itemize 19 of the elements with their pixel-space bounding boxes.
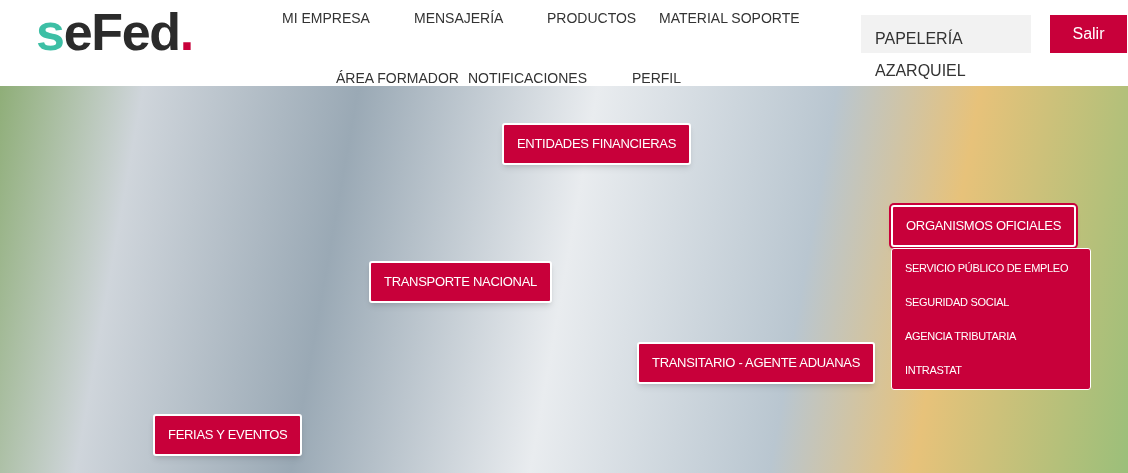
category-button[interactable]: ORGANISMOS OFICIALES xyxy=(891,205,1077,247)
nav-link[interactable]: MI EMPRESA xyxy=(282,8,414,29)
nav-link[interactable]: PERFIL xyxy=(632,70,712,86)
logout-button[interactable]: Salir xyxy=(1050,15,1127,53)
menu-item[interactable]: INTRASTAT xyxy=(892,353,1090,387)
nav-link[interactable]: PRODUCTOS xyxy=(547,8,659,29)
nav-link[interactable]: ÁREA FORMADOR xyxy=(336,70,468,86)
category-button[interactable]: TRANSITARIO - AGENTE ADUANAS xyxy=(637,342,876,384)
category-button[interactable]: FERIAS Y EVENTOS xyxy=(153,414,303,456)
menu-item[interactable]: AGENCIA TRIBUTARIA xyxy=(892,319,1090,353)
category-button[interactable]: ENTIDADES FINANCIERAS xyxy=(502,123,692,165)
menu-item[interactable]: SERVICIO PÚBLICO DE EMPLEO xyxy=(892,251,1090,285)
nav-link[interactable]: MENSAJERÍA xyxy=(414,8,547,29)
logo[interactable]: seFed. xyxy=(36,2,193,62)
menu-item[interactable]: SEGURIDAD SOCIAL xyxy=(892,285,1090,319)
company-name: PAPELERÍA AZARQUIEL xyxy=(875,28,967,81)
nav-link[interactable]: NOTIFICACIONES xyxy=(468,70,632,86)
category-button[interactable]: TRANSPORTE NACIONAL xyxy=(369,261,552,303)
nav-link[interactable]: MATERIAL SOPORTE xyxy=(659,8,799,29)
